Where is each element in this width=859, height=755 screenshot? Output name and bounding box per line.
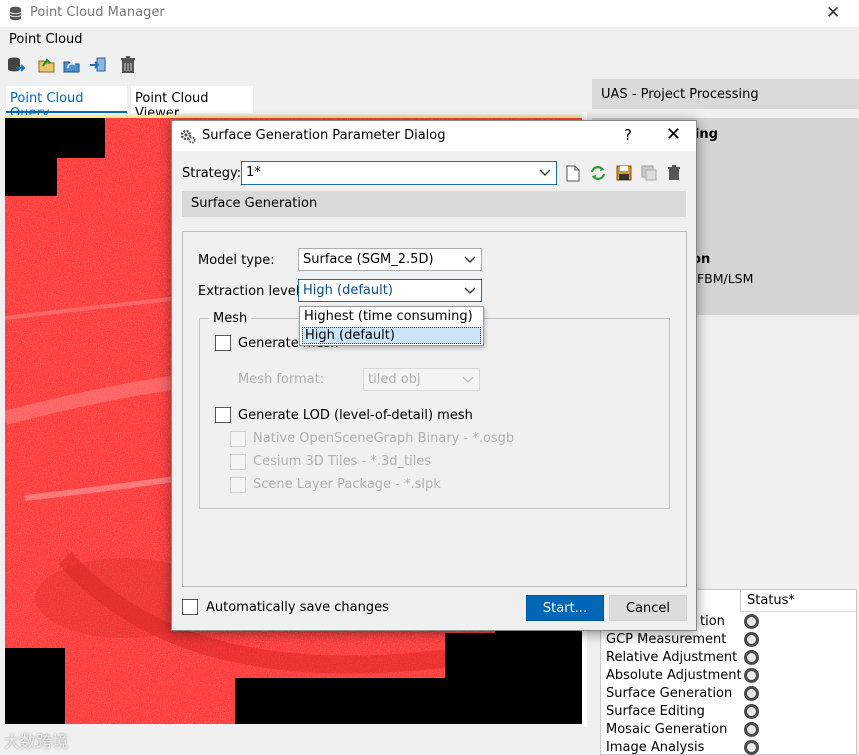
- lod-slpk-checkbox[interactable]: [230, 477, 246, 493]
- strategy-select[interactable]: 1*: [241, 161, 557, 185]
- dropdown-option-highest[interactable]: Highest (time consuming): [302, 309, 481, 326]
- dialog-title: Surface Generation Parameter Dialog: [202, 128, 446, 143]
- database-export-button[interactable]: [6, 55, 26, 75]
- model-type-value: Surface (SGM_2.5D): [303, 252, 434, 267]
- gear-icon: [180, 129, 196, 144]
- chevron-down-icon: [464, 287, 476, 294]
- status-indicator-icon: [744, 632, 759, 647]
- import-icon: [90, 57, 106, 72]
- tab-point-cloud-viewer[interactable]: Point Cloud Viewer: [131, 86, 253, 121]
- mesh-group-legend: Mesh: [209, 311, 252, 326]
- status-row-label: Image Analysis: [606, 740, 705, 755]
- status-row-label: GCP Measurement: [606, 632, 727, 647]
- chevron-down-icon: [462, 376, 474, 383]
- mesh-format-value: tiled obj: [368, 372, 421, 387]
- mesh-format-label: Mesh format:: [238, 372, 325, 387]
- section-header: Surface Generation: [182, 191, 686, 217]
- refresh-icon: [63, 61, 80, 73]
- cancel-button[interactable]: Cancel: [609, 595, 687, 621]
- save-icon: [616, 165, 632, 181]
- panel-header: UAS - Project Processing: [592, 79, 859, 109]
- status-indicator-icon: [744, 740, 759, 755]
- surface-generation-dialog: Surface Generation Parameter Dialog ? ✕ …: [171, 120, 697, 631]
- save-as-strategy-button[interactable]: [640, 163, 658, 183]
- status-row-label: Surface Generation: [606, 686, 733, 701]
- reload-strategy-button[interactable]: [589, 163, 607, 183]
- folder-open-button[interactable]: [37, 55, 57, 75]
- watermark: 大数跨境: [4, 732, 69, 751]
- strategy-value: 1*: [246, 165, 261, 180]
- lod-osgb-label: Native OpenSceneGraph Binary - *.osgb: [253, 431, 515, 446]
- status-indicator-icon: [744, 668, 759, 683]
- dialog-titlebar: Surface Generation Parameter Dialog ? ✕: [172, 121, 696, 151]
- status-indicator-icon: [744, 650, 759, 665]
- model-type-label: Model type:: [198, 253, 275, 268]
- status-row-label: Relative Adjustment: [606, 650, 738, 665]
- folder-open-icon: [38, 58, 55, 73]
- status-row-label: Absolute Adjustment: [606, 668, 742, 683]
- window-titlebar: Point Cloud Manager ✕: [0, 0, 859, 27]
- refresh-button[interactable]: [62, 55, 82, 75]
- dialog-close-button[interactable]: ✕: [666, 124, 681, 145]
- lod-3d-tiles-checkbox[interactable]: [230, 454, 246, 470]
- generate-lod-label: Generate LOD (level-of-detail) mesh: [238, 408, 473, 423]
- extraction-level-select[interactable]: High (default): [298, 279, 482, 302]
- new-strategy-button[interactable]: [564, 163, 582, 183]
- extraction-level-value: High (default): [303, 283, 393, 298]
- new-document-icon: [566, 165, 580, 181]
- dropdown-option-high[interactable]: High (default): [302, 327, 481, 344]
- extraction-level-dropdown: Highest (time consuming) High (default): [299, 306, 484, 346]
- start-button[interactable]: Start...: [526, 595, 604, 621]
- window-title: Point Cloud Manager: [30, 5, 165, 20]
- tab-point-cloud-query[interactable]: Point Cloud Query: [6, 86, 127, 121]
- save-strategy-button[interactable]: [615, 163, 633, 183]
- status-indicator-icon: [744, 704, 759, 719]
- autosave-checkbox[interactable]: [182, 599, 198, 615]
- autosave-label: Automatically save changes: [206, 600, 389, 615]
- import-button[interactable]: [88, 55, 108, 75]
- status-column-header[interactable]: Status*: [740, 590, 856, 612]
- model-type-select[interactable]: Surface (SGM_2.5D): [298, 248, 482, 271]
- save-as-icon: [641, 165, 657, 181]
- mesh-format-select[interactable]: tiled obj: [363, 368, 480, 391]
- chevron-down-icon: [464, 256, 476, 263]
- status-indicator-icon: [744, 686, 759, 701]
- status-indicator-icon: [744, 614, 759, 629]
- strategy-label: Strategy:: [182, 166, 242, 181]
- menu-point-cloud[interactable]: Point Cloud: [9, 32, 83, 47]
- delete-strategy-button[interactable]: [665, 163, 683, 183]
- window-close-button[interactable]: ✕: [826, 3, 840, 23]
- lod-slpk-label: Scene Layer Package - *.slpk: [253, 477, 441, 492]
- status-row-label: Mosaic Generation: [606, 722, 728, 737]
- help-button[interactable]: ?: [624, 126, 632, 144]
- lod-3d-tiles-label: Cesium 3D Tiles - *.3d_tiles: [253, 454, 432, 469]
- refresh-icon: [590, 166, 606, 180]
- status-row-label: Surface Editing: [606, 704, 705, 719]
- extraction-level-label: Extraction level:: [198, 284, 304, 299]
- chevron-down-icon: [539, 169, 551, 176]
- delete-button[interactable]: [118, 55, 138, 75]
- database-icon: [9, 6, 22, 21]
- status-row-label: tion: [700, 614, 725, 629]
- lod-osgb-checkbox[interactable]: [230, 431, 246, 447]
- trash-icon: [668, 165, 680, 180]
- trash-icon: [121, 56, 135, 73]
- database-export-icon: [8, 57, 25, 72]
- status-indicator-icon: [744, 722, 759, 737]
- generate-lod-checkbox[interactable]: [215, 407, 231, 423]
- generate-mesh-checkbox[interactable]: [215, 335, 231, 351]
